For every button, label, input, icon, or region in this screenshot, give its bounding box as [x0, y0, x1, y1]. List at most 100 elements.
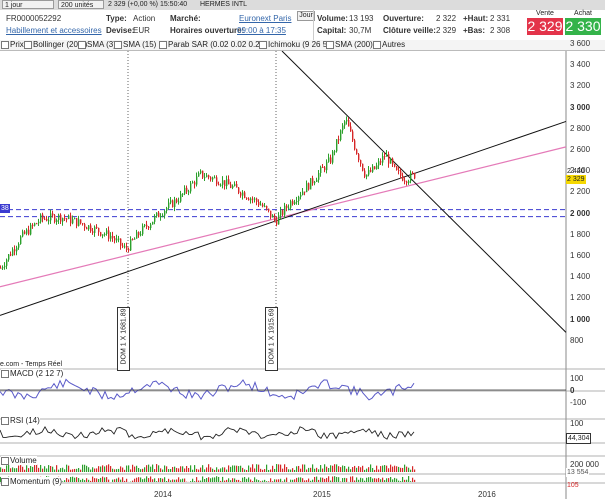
candle-body	[278, 215, 280, 225]
price-axis-label: 3 400	[570, 60, 591, 70]
annotation-2: DOM 1 X 1915.69	[268, 308, 276, 365]
candle-body	[336, 139, 338, 152]
momentum-bar	[212, 477, 214, 482]
volume-bar	[114, 469, 116, 472]
sell-price-button[interactable]: 2 329	[527, 18, 563, 35]
volume-bar	[226, 469, 228, 472]
currency-value: EUR	[133, 26, 150, 35]
candle-body	[364, 170, 366, 177]
capital-label: Capital:	[317, 26, 347, 35]
candle-body	[264, 205, 266, 207]
momentum-bar	[396, 478, 398, 482]
momentum-bar	[70, 476, 72, 482]
momentum-bar	[68, 479, 70, 482]
candle-body	[190, 183, 192, 192]
momentum-bar	[358, 479, 360, 482]
hours-link[interactable]: 09:00 à 17:35	[237, 26, 286, 35]
candle-body	[234, 183, 236, 186]
indicator-ichimoku[interactable]: Ichimoku (9 26 52)	[259, 41, 334, 49]
candle-body	[70, 215, 72, 224]
candle-body	[162, 215, 164, 217]
candle-body	[406, 181, 408, 183]
volume-bar	[68, 465, 70, 472]
momentum-bar	[342, 478, 344, 482]
momentum-bar	[370, 476, 372, 482]
period-select[interactable]: 1 jour	[2, 0, 54, 9]
momentum-bar	[78, 478, 80, 482]
candle-body	[224, 180, 226, 187]
candle-body	[316, 179, 318, 182]
market-link[interactable]: Euronext Paris	[239, 14, 291, 23]
volume-bar	[12, 467, 14, 472]
indicator-parabsar[interactable]: Parab SAR (0.02 0.02 0.2)	[159, 41, 262, 49]
volume-bar	[286, 467, 288, 472]
price-chart[interactable]	[0, 51, 605, 499]
indicator-autres[interactable]: Autres	[373, 41, 405, 49]
volume-bar	[120, 466, 122, 472]
indicator-sma200[interactable]: SMA (200)	[326, 41, 373, 49]
indicator-sma15[interactable]: SMA (15)	[114, 41, 156, 49]
hours-label: Horaires ouverture:	[170, 26, 245, 35]
momentum-bar	[324, 478, 326, 482]
volume-bar	[10, 468, 12, 472]
sector-link[interactable]: Habillement et accessoires	[6, 26, 102, 35]
momentum-bar	[62, 481, 64, 482]
volume-bar	[98, 466, 100, 472]
momentum-bar	[182, 478, 184, 482]
candle-body	[62, 218, 64, 222]
volume-bar	[354, 465, 356, 472]
volume-bar	[346, 468, 348, 472]
checkbox-icon	[1, 41, 9, 49]
candle-body	[40, 214, 42, 222]
volume-bar	[22, 466, 24, 472]
candle-body	[314, 181, 316, 184]
volume-bar	[310, 467, 312, 472]
candle-body	[168, 202, 170, 208]
volume-bar	[38, 467, 40, 472]
indicator-sma3[interactable]: SMA (3)	[78, 41, 116, 49]
candle-body	[268, 208, 270, 211]
volume-bar	[256, 464, 258, 472]
candle-body	[292, 201, 294, 204]
volume-bar	[86, 465, 88, 472]
volume-bar	[160, 468, 162, 472]
momentum-bar	[268, 481, 270, 482]
momentum-bar	[278, 479, 280, 482]
buy-price-button[interactable]: 2 330	[565, 18, 601, 35]
macd-axis-neg100: -100	[570, 398, 587, 407]
momentum-bar	[246, 478, 248, 482]
annotation-box-2[interactable]: DOM 1 X 1915.69	[265, 307, 278, 371]
volume-bar	[238, 466, 240, 472]
candle-body	[408, 181, 410, 183]
candle-body	[160, 216, 162, 218]
annotation-box-1[interactable]: DOM 1 X 1681.89	[117, 307, 130, 371]
candle-body	[18, 243, 20, 248]
price-axis-label: 3 000	[570, 102, 591, 112]
units-select[interactable]: 200 unités	[58, 0, 104, 9]
instrument-info: FR0000052292 Habillement et accessoires …	[0, 10, 605, 41]
candle-body	[176, 199, 178, 203]
volume-bar	[182, 466, 184, 472]
momentum-bar	[392, 479, 394, 482]
momentum-bar	[250, 479, 252, 482]
volume-bar	[200, 467, 202, 472]
momentum-bar	[338, 477, 340, 482]
momentum-bar	[146, 476, 148, 482]
candle-body	[366, 174, 368, 177]
momentum-bar	[88, 479, 90, 482]
momentum-bar	[236, 479, 238, 482]
indicator-prix[interactable]: Prix	[1, 41, 24, 49]
candle-body	[318, 172, 320, 180]
candle-body	[202, 170, 204, 178]
momentum-bar	[150, 476, 152, 482]
momentum-bar	[112, 479, 114, 482]
price-axis-label: 1 600	[570, 251, 591, 260]
candle-body	[102, 234, 104, 236]
candle-body	[170, 200, 172, 203]
volume-bar	[290, 469, 292, 472]
candle-body	[196, 176, 198, 185]
candle-body	[356, 149, 358, 155]
momentum-bar	[120, 479, 122, 482]
volume-bar	[282, 468, 284, 472]
volume-bar	[202, 465, 204, 472]
